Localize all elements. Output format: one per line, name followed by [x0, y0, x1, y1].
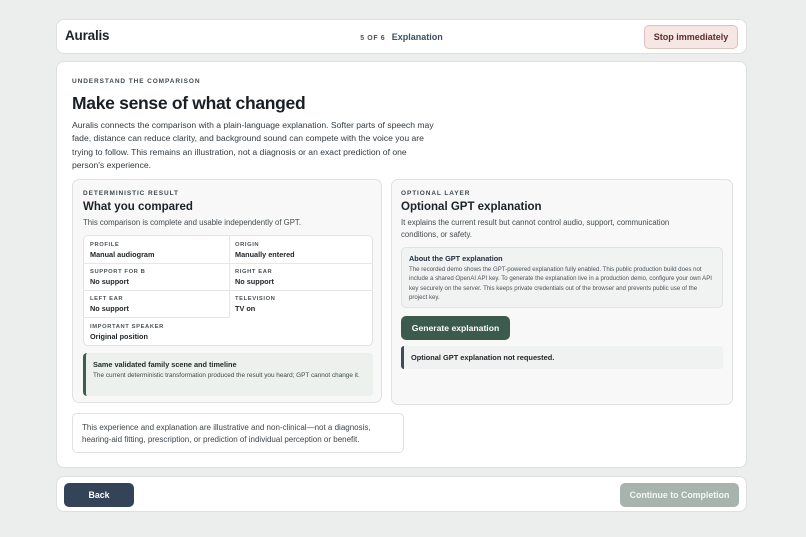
continue-to-completion-button[interactable]: Continue to Completion [620, 483, 739, 507]
generate-explanation-button[interactable]: Generate explanation [401, 316, 510, 340]
field-label: IMPORTANT SPEAKER [90, 324, 164, 330]
clinical-disclaimer: This experience and explanation are illu… [72, 413, 404, 453]
bottom-nav-bar: Back Continue to Completion [56, 476, 747, 512]
top-bar: Auralis 5 OF 6 Explanation Stop immediat… [56, 19, 747, 54]
field-label: LEFT EAR [90, 296, 124, 302]
stop-immediately-button[interactable]: Stop immediately [644, 25, 738, 49]
field-value: Manually entered [235, 250, 295, 259]
step-count: 5 OF 6 [360, 35, 386, 42]
field-left-ear: LEFT EAR No support [84, 290, 229, 318]
intro-text: Auralis connects the comparison with a p… [72, 120, 434, 171]
disclaimer-text: This experience and explanation are illu… [82, 423, 371, 444]
comparison-summary-grid: PROFILE Manual audiogram ORIGIN Manually… [83, 235, 373, 346]
field-support-for-b: SUPPORT FOR B No support [84, 263, 229, 291]
gpt-status-message: Optional GPT explanation not requested. [401, 346, 723, 369]
optional-gpt-panel: OPTIONAL LAYER Optional GPT explanation … [391, 179, 733, 405]
field-label: PROFILE [90, 242, 120, 248]
optional-eyebrow: OPTIONAL LAYER [401, 190, 471, 197]
status-text: Optional GPT explanation not requested. [411, 353, 555, 362]
notice-body: The current deterministic transformation… [93, 372, 360, 379]
deterministic-result-panel: DETERMINISTIC RESULT What you compared T… [72, 179, 382, 403]
main-card: UNDERSTAND THE COMPARISON Make sense of … [56, 61, 747, 468]
deterministic-desc: This comparison is complete and usable i… [83, 218, 302, 227]
field-important-speaker: IMPORTANT SPEAKER Original position [84, 318, 229, 346]
field-label: ORIGIN [235, 242, 260, 248]
field-value: No support [235, 277, 274, 286]
optional-title: Optional GPT explanation [401, 201, 542, 213]
field-profile: PROFILE Manual audiogram [84, 236, 229, 264]
about-gpt-box: About the GPT explanation The recorded d… [401, 247, 723, 308]
about-body: The recorded demo shows the GPT-powered … [409, 266, 712, 301]
field-label: SUPPORT FOR B [90, 269, 146, 275]
optional-desc: It explains the current result but canno… [401, 218, 670, 239]
step-indicator: 5 OF 6 Explanation [57, 32, 746, 42]
field-value: Original position [90, 332, 148, 341]
back-button[interactable]: Back [64, 483, 134, 507]
field-television: TELEVISION TV on [229, 290, 374, 318]
page-title: Make sense of what changed [72, 93, 306, 113]
validated-scene-notice: Same validated family scene and timeline… [83, 353, 373, 396]
notice-title: Same validated family scene and timeline [93, 360, 237, 369]
field-value: TV on [235, 304, 256, 313]
field-value: No support [90, 277, 129, 286]
deterministic-eyebrow: DETERMINISTIC RESULT [83, 190, 179, 197]
field-right-ear: RIGHT EAR No support [229, 263, 374, 291]
about-title: About the GPT explanation [409, 254, 503, 263]
field-value: No support [90, 304, 129, 313]
field-origin: ORIGIN Manually entered [229, 236, 374, 264]
field-label: TELEVISION [235, 296, 276, 302]
field-value: Manual audiogram [90, 250, 155, 259]
field-label: RIGHT EAR [235, 269, 273, 275]
deterministic-title: What you compared [83, 201, 193, 213]
step-name: Explanation [391, 32, 443, 42]
page-eyebrow: UNDERSTAND THE COMPARISON [72, 78, 201, 85]
